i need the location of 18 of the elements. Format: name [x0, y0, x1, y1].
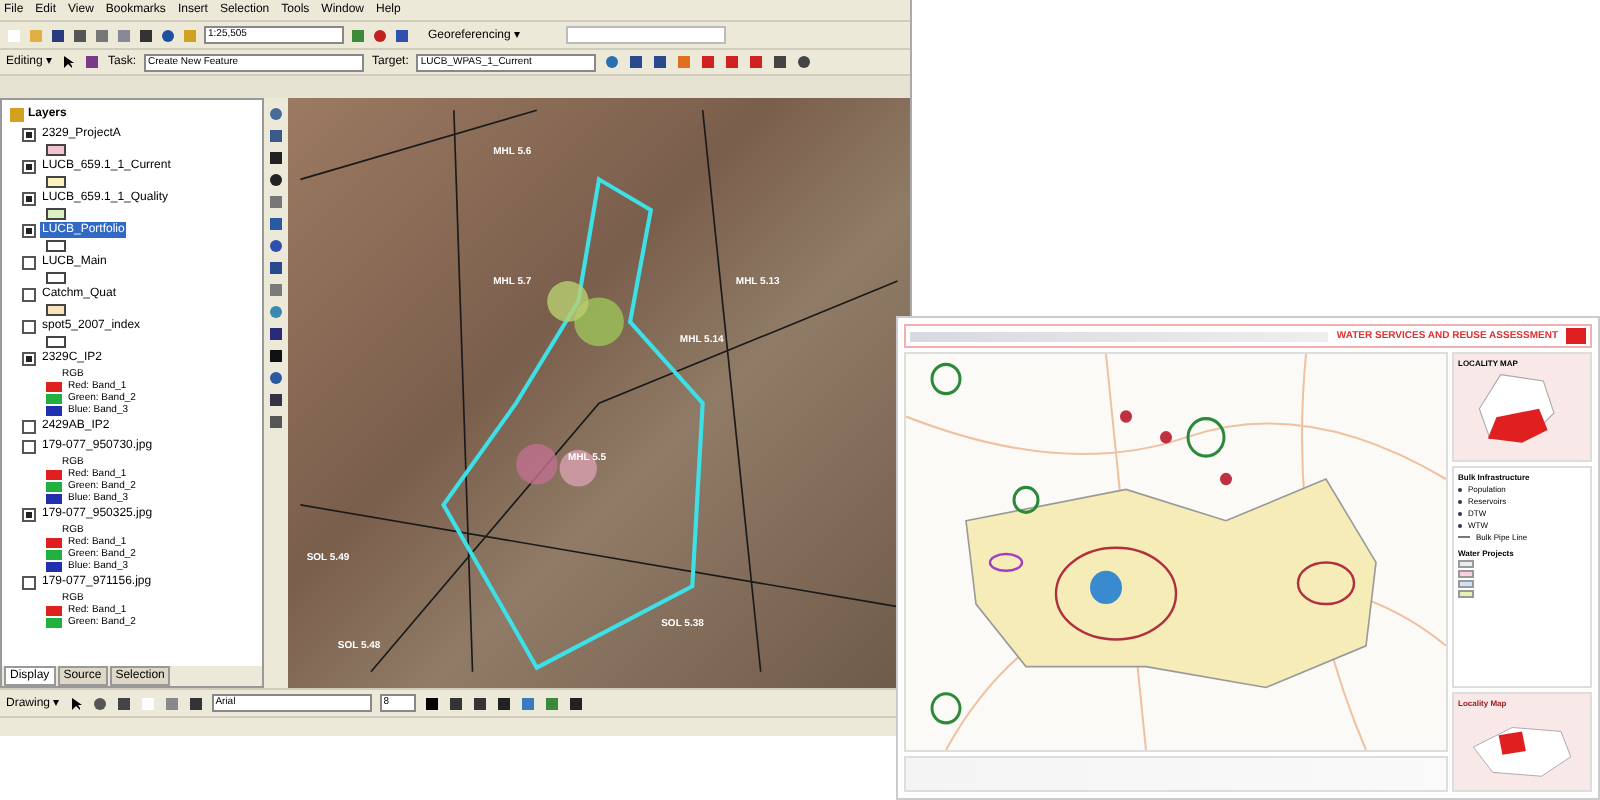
- checkbox[interactable]: [22, 419, 36, 433]
- checkbox[interactable]: [22, 319, 36, 333]
- pointer-icon[interactable]: [67, 695, 84, 711]
- checkbox[interactable]: [22, 439, 36, 453]
- checkbox[interactable]: [22, 159, 36, 173]
- logo-icon: [1566, 328, 1586, 344]
- checkbox[interactable]: [22, 351, 36, 365]
- checkbox[interactable]: [22, 191, 36, 205]
- checkbox[interactable]: [22, 575, 36, 589]
- checkbox[interactable]: [22, 127, 36, 141]
- checkbox[interactable]: [22, 287, 36, 301]
- checkbox[interactable]: [22, 223, 36, 237]
- pointer-icon[interactable]: [60, 54, 77, 70]
- checkbox[interactable]: [22, 255, 36, 269]
- circle-icon[interactable]: [796, 54, 813, 70]
- line-symbol-icon: [1458, 536, 1470, 538]
- checkbox[interactable]: [22, 507, 36, 521]
- square-icon[interactable]: [772, 54, 789, 70]
